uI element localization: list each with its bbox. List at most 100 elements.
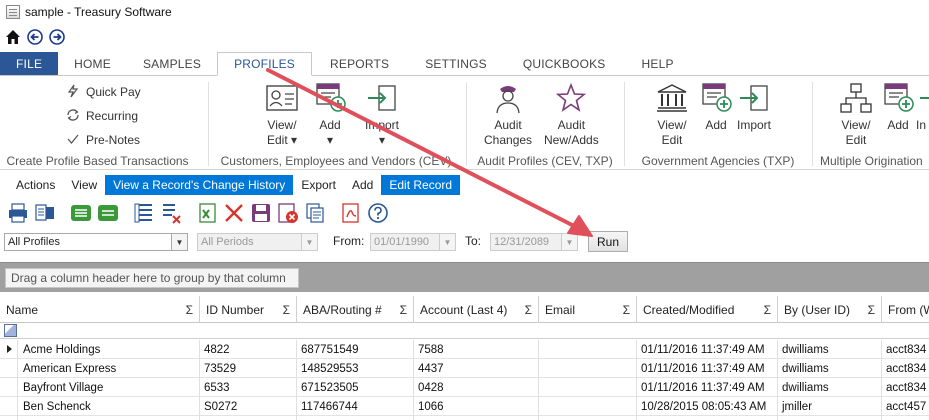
- from-date-picker[interactable]: 01/01/1990 ▼: [370, 233, 456, 251]
- cev-view-edit-button[interactable]: View/ Edit ▾: [264, 80, 300, 148]
- tab-reports[interactable]: REPORTS: [312, 52, 407, 75]
- cell-name[interactable]: Ben Schenck: [18, 397, 200, 416]
- cell-id-number[interactable]: 6533: [200, 378, 297, 397]
- print-preview-icon[interactable]: [33, 201, 57, 225]
- actions-menu[interactable]: Actions: [8, 175, 63, 195]
- cell-aba-routing[interactable]: 671523505: [297, 378, 414, 397]
- sum-icon[interactable]: Σ: [764, 303, 771, 317]
- audit-new-adds-button[interactable]: Audit New/Adds: [544, 80, 599, 148]
- add-menu[interactable]: Add: [344, 175, 381, 195]
- cell-name[interactable]: American Express: [18, 359, 200, 378]
- view-menu[interactable]: View: [63, 175, 105, 195]
- cell-id-number[interactable]: 73529: [200, 359, 297, 378]
- cell-aba-routing[interactable]: 117466744: [297, 397, 414, 416]
- table-row[interactable]: American Express 73529 148529553 4437 01…: [0, 359, 929, 378]
- column-header-account[interactable]: Account (Last 4) Σ: [414, 296, 539, 323]
- cell-email[interactable]: [539, 397, 637, 416]
- cell-created-modified[interactable]: 10/28/2015 08:05:43 AM: [637, 397, 778, 416]
- row-indicator[interactable]: [0, 359, 18, 378]
- multi-view-edit-button[interactable]: View/ Edit: [838, 80, 874, 148]
- table-row[interactable]: Acme Holdings 4822 687751549 7588 01/11/…: [0, 340, 929, 359]
- group-by-panel[interactable]: Drag a column header here to group by th…: [0, 262, 929, 292]
- profile-select[interactable]: All Profiles ▼: [4, 233, 188, 251]
- cell-created-modified[interactable]: 01/11/2016 11:37:49 AM: [637, 378, 778, 397]
- cell-created-modified[interactable]: 01/11/2016 11:37:49 AM: [637, 340, 778, 359]
- run-button[interactable]: Run: [588, 231, 628, 252]
- period-select[interactable]: All Periods ▼: [197, 233, 318, 251]
- tab-settings[interactable]: SETTINGS: [407, 52, 505, 75]
- auto-filter-row[interactable]: [0, 323, 929, 339]
- cell-created-modified[interactable]: 01/11/2016 11:37:49 AM: [637, 359, 778, 378]
- cev-import-button[interactable]: Import ▾: [364, 80, 400, 148]
- cell-aba-routing[interactable]: [297, 416, 414, 420]
- filter-row-icon[interactable]: [4, 324, 17, 337]
- sum-icon[interactable]: Σ: [283, 303, 290, 317]
- gov-view-edit-button[interactable]: View/ Edit: [654, 80, 690, 148]
- gov-add-button[interactable]: Add: [698, 80, 734, 133]
- column-header-email[interactable]: Email Σ: [539, 296, 637, 323]
- column-header-name[interactable]: Name Σ: [0, 296, 200, 323]
- cell-account[interactable]: 7588: [414, 340, 539, 359]
- multi-add-button[interactable]: Add: [880, 80, 916, 133]
- row-indicator[interactable]: [0, 378, 18, 397]
- export-pdf-icon[interactable]: [339, 201, 363, 225]
- cell-email[interactable]: [539, 416, 637, 420]
- cell-name[interactable]: Acme Holdings: [18, 340, 200, 359]
- tab-file[interactable]: FILE: [0, 52, 59, 75]
- cell-account[interactable]: 4437: [414, 359, 539, 378]
- cell-id-number[interactable]: [200, 416, 297, 420]
- cell-aba-routing[interactable]: 687751549: [297, 340, 414, 359]
- clear-filter-icon[interactable]: [159, 201, 183, 225]
- column-chooser-icon[interactable]: [132, 201, 156, 225]
- cell-name[interactable]: Bayfront Village: [18, 378, 200, 397]
- export-excel-icon[interactable]: [195, 201, 219, 225]
- cev-add-button[interactable]: Add ▾: [312, 80, 348, 148]
- cell-account[interactable]: 1066: [414, 397, 539, 416]
- tab-profiles[interactable]: PROFILES: [217, 52, 313, 76]
- sum-icon[interactable]: Σ: [623, 303, 630, 317]
- cell-from[interactable]: acct457: [882, 397, 929, 416]
- audit-changes-button[interactable]: Audit Changes: [484, 80, 532, 148]
- cell-by-user[interactable]: dwilliams: [778, 378, 882, 397]
- column-header-id-number[interactable]: ID Number Σ: [200, 296, 297, 323]
- cell-email[interactable]: [539, 340, 637, 359]
- cell-by-user[interactable]: [778, 416, 882, 420]
- cell-name[interactable]: [18, 416, 200, 420]
- sum-icon[interactable]: Σ: [186, 303, 193, 317]
- help-icon[interactable]: [366, 201, 390, 225]
- cancel-changes-icon[interactable]: [276, 201, 300, 225]
- cell-email[interactable]: [539, 359, 637, 378]
- cell-from[interactable]: acct834: [882, 359, 929, 378]
- cell-by-user[interactable]: dwilliams: [778, 340, 882, 359]
- table-row[interactable]: Bayfront Village 6533 671523505 0428 01/…: [0, 378, 929, 397]
- delete-icon[interactable]: [222, 201, 246, 225]
- copy-icon[interactable]: [303, 201, 327, 225]
- table-row[interactable]: Ben Schenck S0272 117466744 1066 10/28/2…: [0, 397, 929, 416]
- sum-icon[interactable]: Σ: [400, 303, 407, 317]
- cell-from[interactable]: [882, 416, 929, 420]
- tab-samples[interactable]: SAMPLES: [127, 52, 217, 75]
- cell-by-user[interactable]: dwilliams: [778, 359, 882, 378]
- column-header-aba-routing[interactable]: ABA/Routing # Σ: [297, 296, 414, 323]
- cell-email[interactable]: [539, 378, 637, 397]
- cell-aba-routing[interactable]: 148529553: [297, 359, 414, 378]
- cell-from[interactable]: acct834: [882, 378, 929, 397]
- row-indicator[interactable]: [0, 397, 18, 416]
- row-indicator[interactable]: [0, 340, 18, 359]
- column-header-from[interactable]: From (W: [882, 296, 929, 323]
- tab-quickbooks[interactable]: QUICKBOOKS: [505, 52, 624, 75]
- cell-id-number[interactable]: S0272: [200, 397, 297, 416]
- cell-account[interactable]: [414, 416, 539, 420]
- sum-icon[interactable]: Σ: [868, 303, 875, 317]
- tab-home[interactable]: HOME: [58, 52, 127, 75]
- column-header-created-modified[interactable]: Created/Modified Σ: [637, 296, 778, 323]
- quick-pay-button[interactable]: Quick Pay: [66, 82, 141, 102]
- sum-icon[interactable]: Σ: [525, 303, 532, 317]
- cell-id-number[interactable]: 4822: [200, 340, 297, 359]
- collapse-all-icon[interactable]: [96, 201, 120, 225]
- tab-help[interactable]: HELP: [624, 52, 692, 75]
- pre-notes-button[interactable]: Pre-Notes: [66, 130, 140, 150]
- gov-import-button[interactable]: Import: [736, 80, 772, 133]
- recurring-button[interactable]: Recurring: [66, 106, 138, 126]
- multi-import-button[interactable]: In: [916, 80, 929, 133]
